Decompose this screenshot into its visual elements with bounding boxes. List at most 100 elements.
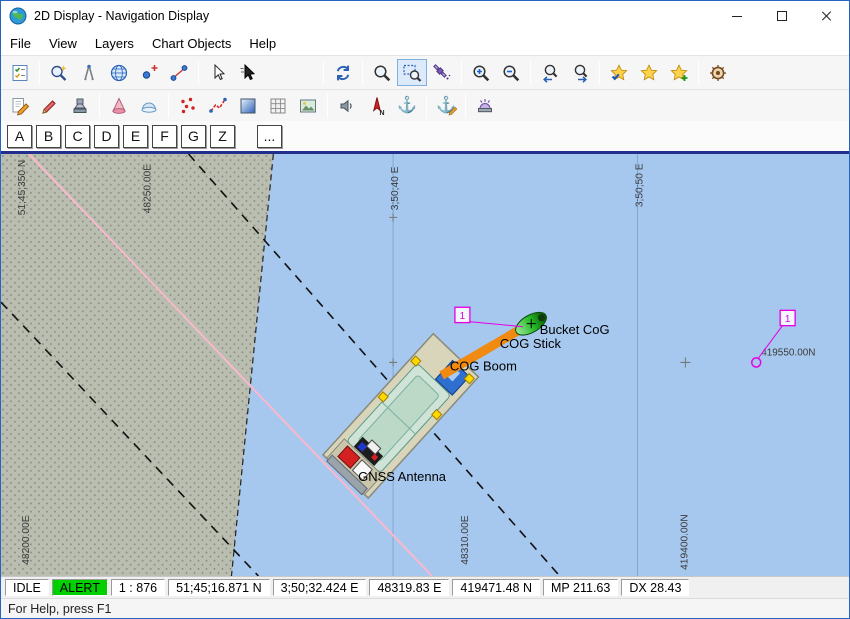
add-point-button[interactable] bbox=[134, 59, 164, 86]
toolbar-separator bbox=[198, 61, 199, 85]
preset-button-e[interactable]: E bbox=[123, 125, 148, 148]
display-settings-icon bbox=[10, 63, 30, 83]
status-latitude: 51;45;16.871 N bbox=[168, 579, 270, 596]
svg-text:1: 1 bbox=[785, 314, 791, 325]
menu-layers[interactable]: Layers bbox=[86, 33, 143, 54]
preset-button-c[interactable]: C bbox=[65, 125, 90, 148]
app-globe-icon bbox=[9, 7, 27, 25]
close-button[interactable] bbox=[804, 1, 849, 31]
gradient-fill-button[interactable] bbox=[233, 92, 263, 119]
zoom-icon bbox=[372, 63, 392, 83]
favorite-check-icon bbox=[609, 63, 629, 83]
helm-button[interactable] bbox=[703, 59, 733, 86]
menu-chart-objects[interactable]: Chart Objects bbox=[143, 33, 240, 54]
edit-geometry-button[interactable] bbox=[5, 92, 35, 119]
svg-text:COG Stick: COG Stick bbox=[500, 336, 562, 351]
zoom-window-button[interactable] bbox=[397, 59, 427, 86]
svg-text:COG Boom: COG Boom bbox=[450, 358, 517, 373]
preset-button-d[interactable]: D bbox=[94, 125, 119, 148]
status-dx: DX 28.43 bbox=[621, 579, 689, 596]
svg-text:48310.00E: 48310.00E bbox=[460, 515, 471, 565]
polyline-button[interactable] bbox=[203, 92, 233, 119]
select-cursor-button[interactable] bbox=[203, 59, 233, 86]
stamp-icon bbox=[70, 96, 90, 116]
edit-symbol-button[interactable] bbox=[35, 92, 65, 119]
add-point-icon bbox=[139, 63, 159, 83]
menu-view[interactable]: View bbox=[40, 33, 86, 54]
favorite-check-button[interactable] bbox=[604, 59, 634, 86]
zoom-in-button[interactable] bbox=[466, 59, 496, 86]
menu-bar: File View Layers Chart Objects Help bbox=[1, 31, 849, 55]
globe-button[interactable] bbox=[104, 59, 134, 86]
preset-button-f[interactable]: F bbox=[152, 125, 177, 148]
status-scale: 1 : 876 bbox=[111, 579, 165, 596]
speaker-icon bbox=[337, 96, 357, 116]
zoom-button[interactable] bbox=[367, 59, 397, 86]
preset-button-g[interactable]: G bbox=[181, 125, 206, 148]
favorite-button[interactable] bbox=[634, 59, 664, 86]
toolbar-separator bbox=[39, 61, 40, 85]
menu-help[interactable]: Help bbox=[240, 33, 285, 54]
north-arrow-button[interactable]: N bbox=[362, 92, 392, 119]
refresh-button[interactable] bbox=[328, 59, 358, 86]
measure-dividers-icon bbox=[79, 63, 99, 83]
preset-button-a[interactable]: A bbox=[7, 125, 32, 148]
grid-button[interactable] bbox=[263, 92, 293, 119]
preset-button-b[interactable]: B bbox=[36, 125, 61, 148]
cone-icon bbox=[109, 96, 129, 116]
chart-view[interactable]: 51;45;350 N 48250.00E 3;50;40 E 3;50;50 … bbox=[1, 154, 849, 576]
image-layer-button[interactable] bbox=[293, 92, 323, 119]
route-button[interactable] bbox=[164, 59, 194, 86]
favorite-add-icon bbox=[669, 63, 689, 83]
svg-text:3;50;40 E: 3;50;40 E bbox=[390, 166, 401, 210]
minimize-button[interactable] bbox=[714, 1, 759, 31]
toolbar-separator bbox=[698, 61, 699, 85]
toolbar-separator bbox=[99, 94, 100, 118]
points-layer-button[interactable] bbox=[173, 92, 203, 119]
menu-file[interactable]: File bbox=[1, 33, 40, 54]
maximize-icon bbox=[777, 11, 787, 21]
north-arrow-icon: N bbox=[367, 96, 387, 116]
toolbar-separator bbox=[461, 61, 462, 85]
app-window: 2D Display - Navigation Display File Vie… bbox=[0, 0, 850, 619]
svg-text:Bucket CoG: Bucket CoG bbox=[540, 322, 610, 337]
help-text: For Help, press F1 bbox=[8, 602, 112, 616]
svg-text:48200.00E: 48200.00E bbox=[21, 515, 32, 565]
stamp-button[interactable] bbox=[65, 92, 95, 119]
zoom-previous-button[interactable] bbox=[535, 59, 565, 86]
anchor-edit-button[interactable]: ⚓ bbox=[431, 92, 461, 119]
status-bar: IDLE ALERT 1 : 876 51;45;16.871 N 3;50;3… bbox=[1, 576, 849, 598]
toolbar-separator bbox=[599, 61, 600, 85]
svg-text:419550.00N: 419550.00N bbox=[761, 347, 815, 358]
preset-button-z[interactable]: Z bbox=[210, 125, 235, 148]
svg-text:3;50;50 E: 3;50;50 E bbox=[635, 163, 646, 207]
zoom-next-button[interactable] bbox=[565, 59, 595, 86]
speaker-button[interactable] bbox=[332, 92, 362, 119]
favorite-add-button[interactable] bbox=[664, 59, 694, 86]
alarm-lamp-button[interactable] bbox=[470, 92, 500, 119]
status-mode: IDLE bbox=[5, 579, 49, 596]
zoom-out-button[interactable] bbox=[496, 59, 526, 86]
satellites-icon bbox=[432, 63, 452, 83]
zoom-window-icon bbox=[402, 63, 422, 83]
toolbar-separator bbox=[327, 94, 328, 118]
title-bar: 2D Display - Navigation Display bbox=[1, 1, 849, 31]
satellites-button[interactable] bbox=[427, 59, 457, 86]
pick-cursor-button[interactable] bbox=[233, 59, 263, 86]
measure-button[interactable] bbox=[74, 59, 104, 86]
alarm-lamp-icon bbox=[475, 96, 495, 116]
points-layer-icon bbox=[178, 96, 198, 116]
find-button[interactable] bbox=[44, 59, 74, 86]
zoom-in-icon bbox=[471, 63, 491, 83]
anchor-button[interactable]: ⚓ bbox=[392, 92, 422, 119]
preset-button-more[interactable]: ... bbox=[257, 125, 282, 148]
toolbar-draw: N ⚓ ⚓ bbox=[1, 89, 849, 121]
zoom-out-icon bbox=[501, 63, 521, 83]
anchor-icon: ⚓ bbox=[397, 98, 417, 114]
toolbar-separator bbox=[465, 94, 466, 118]
favorite-star-icon bbox=[639, 63, 659, 83]
cone-button[interactable] bbox=[104, 92, 134, 119]
display-settings-button[interactable] bbox=[5, 59, 35, 86]
dome-button[interactable] bbox=[134, 92, 164, 119]
maximize-button[interactable] bbox=[759, 1, 804, 31]
